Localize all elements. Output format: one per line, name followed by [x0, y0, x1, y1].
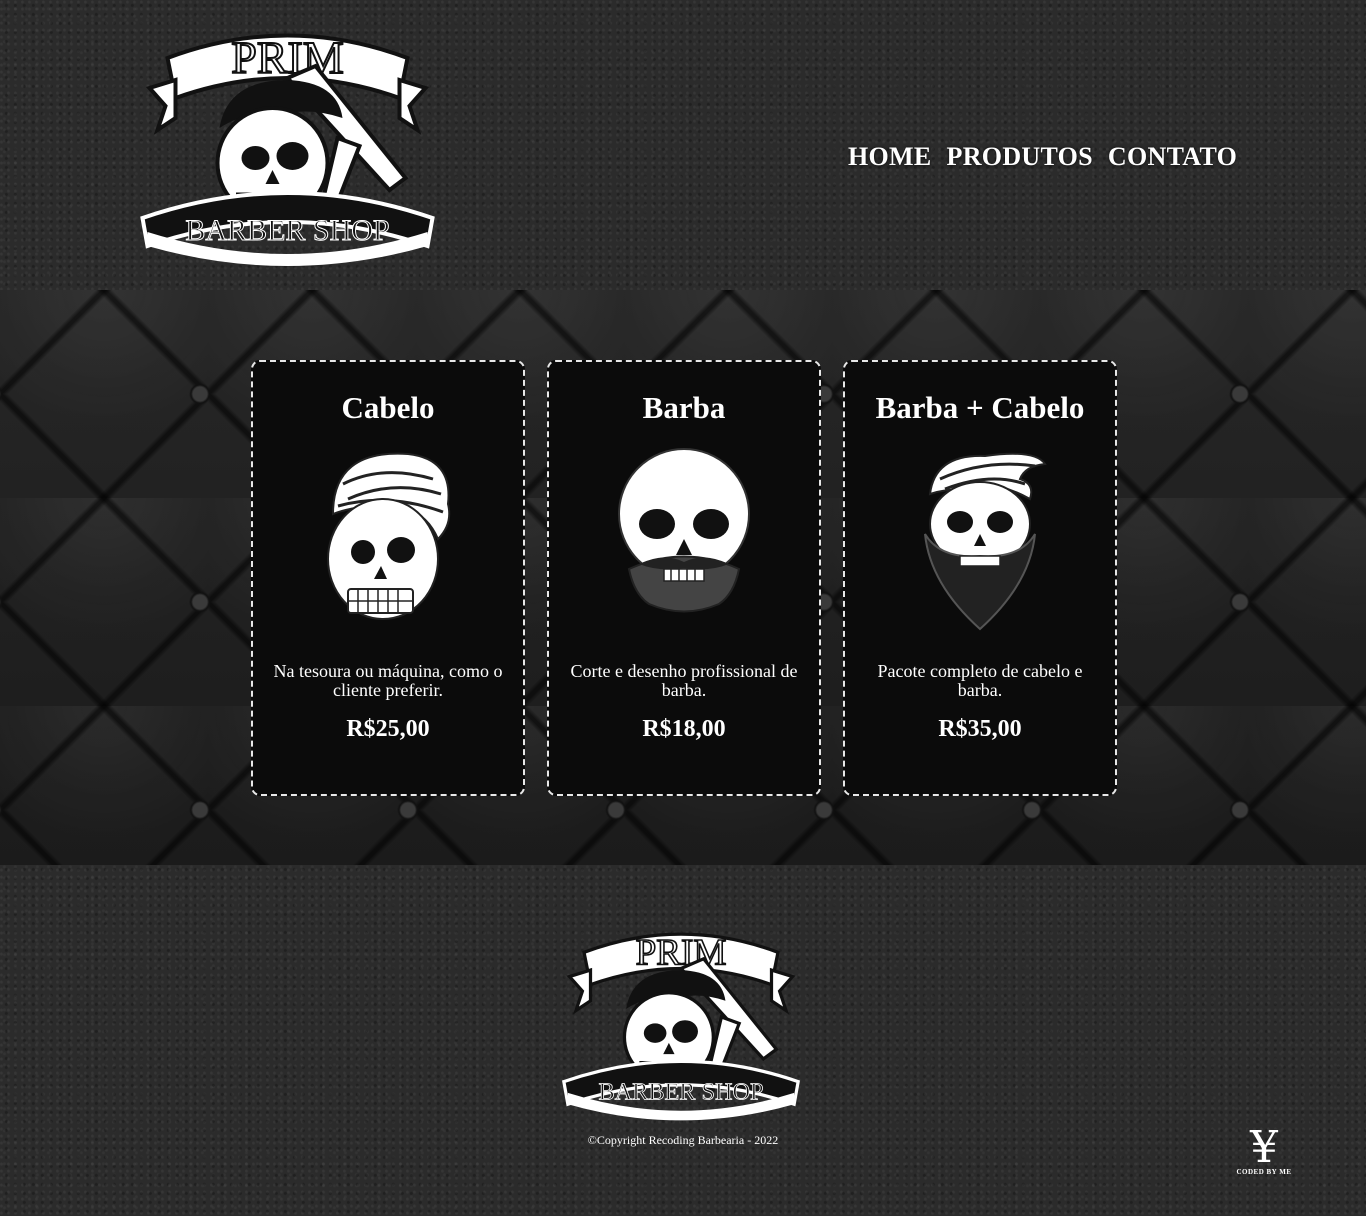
copyright-text: ©Copyright Recoding Barbearia - 2022	[587, 1133, 779, 1147]
coded-by-badge: ¥ CODED BY ME	[1234, 1122, 1294, 1177]
product-price: R$18,00	[642, 716, 726, 742]
main-nav: HOME PRODUTOS CONTATO	[848, 142, 1237, 172]
svg-text:PRIM: PRIM	[231, 32, 343, 83]
skull-beard-hair-icon	[905, 444, 1055, 634]
product-title: Cabelo	[341, 390, 435, 425]
skull-barber-logo-icon: PRIM BARBER SHOP	[562, 932, 800, 1121]
product-card-barba-cabelo[interactable]: Barba + Cabelo Pacote completo de cabelo…	[843, 360, 1117, 796]
nav-contato[interactable]: CONTATO	[1108, 142, 1237, 172]
coded-by-text: CODED BY ME	[1236, 1168, 1292, 1176]
product-price: R$35,00	[938, 716, 1022, 742]
product-card-cabelo[interactable]: Cabelo Na tesoura ou máquina, como o cli…	[251, 360, 525, 796]
svg-text:BARBER SHOP: BARBER SHOP	[185, 214, 389, 247]
skull-barber-logo-icon: PRIM BARBER SHOP	[140, 31, 435, 266]
nav-home[interactable]: HOME	[848, 142, 932, 172]
product-card-barba[interactable]: Barba Corte e desenho profissional de ba…	[547, 360, 821, 796]
header-logo[interactable]: PRIM BARBER SHOP	[135, 18, 440, 268]
yen-logo-icon: ¥	[1250, 1122, 1278, 1173]
product-description: Corte e desenho profissional de barba.	[570, 661, 798, 700]
product-description: Pacote completo de cabelo e barba.	[877, 661, 1083, 700]
product-price: R$25,00	[346, 716, 430, 742]
skull-mustache-icon	[609, 444, 759, 634]
footer-logo[interactable]: PRIM BARBER SHOP	[556, 920, 806, 1122]
product-title: Barba	[642, 390, 726, 425]
skull-pompadour-icon	[313, 444, 463, 634]
nav-produtos[interactable]: PRODUTOS	[947, 142, 1093, 172]
products-section: Cabelo Na tesoura ou máquina, como o cli…	[0, 290, 1366, 865]
site-header: PRIM BARBER SHOP HOME PRODUTOS CONTATO	[0, 0, 1366, 290]
product-description: Na tesoura ou máquina, como o cliente pr…	[273, 661, 503, 700]
svg-text:BARBER SHOP: BARBER SHOP	[599, 1078, 764, 1105]
product-title: Barba + Cabelo	[875, 390, 1085, 425]
